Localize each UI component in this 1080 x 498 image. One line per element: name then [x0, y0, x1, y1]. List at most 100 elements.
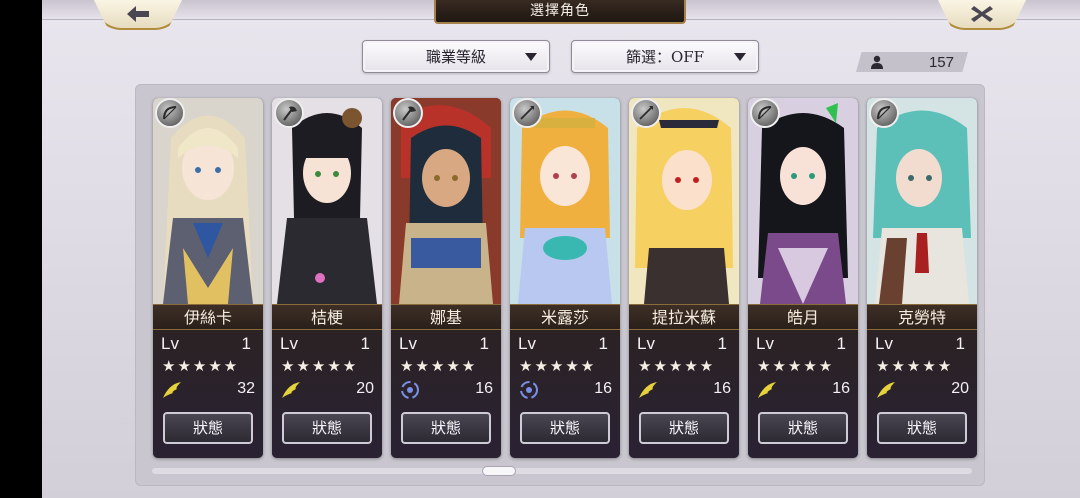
stat-row: 20 [875, 380, 969, 400]
stat-value: 16 [475, 380, 493, 397]
chevron-down-icon [525, 53, 537, 61]
status-button[interactable]: 狀態 [520, 412, 610, 444]
star-rating: ★★★★★ [281, 357, 359, 375]
vortex-icon [520, 381, 538, 399]
level-row: Lv 1 [756, 334, 848, 354]
character-info: Lv 1 ★★★★★ 16 狀態 [391, 330, 501, 458]
vortex-icon [401, 381, 419, 399]
back-button[interactable] [92, 0, 184, 30]
character-info: Lv 1 ★★★★★ 16 狀態 [629, 330, 739, 458]
level-label: Lv [161, 334, 179, 353]
character-info: Lv 1 ★★★★★ 20 狀態 [867, 330, 977, 458]
close-button[interactable] [936, 0, 1028, 30]
character-portrait [867, 98, 977, 304]
status-button[interactable]: 狀態 [163, 412, 253, 444]
character-name: 娜基 [391, 304, 501, 330]
bow-icon [869, 98, 899, 128]
character-card[interactable]: 克勞特 Lv 1 ★★★★★ 20 狀態 [867, 98, 977, 458]
character-portrait [629, 98, 739, 304]
scrollbar-thumb[interactable] [482, 466, 516, 476]
chevron-down-icon [734, 53, 746, 61]
page-title: 選擇角色 [434, 0, 686, 24]
star-rating: ★★★★★ [638, 357, 716, 375]
level-label: Lv [518, 334, 536, 353]
character-card[interactable]: 娜基 Lv 1 ★★★★★ 16 狀態 [391, 98, 501, 458]
filter-dropdown[interactable]: 篩選：OFF [571, 40, 759, 73]
level-row: Lv 1 [518, 334, 610, 354]
status-button[interactable]: 狀態 [282, 412, 372, 444]
stat-value: 16 [594, 380, 612, 397]
level-label: Lv [875, 334, 893, 353]
character-name: 克勞特 [867, 304, 977, 330]
stat-value: 32 [237, 380, 255, 397]
character-name: 提拉米蘇 [629, 304, 739, 330]
character-portrait [391, 98, 501, 304]
star-rating: ★★★★★ [757, 357, 835, 375]
character-info: Lv 1 ★★★★★ 20 狀態 [272, 330, 382, 458]
character-name: 桔梗 [272, 304, 382, 330]
stat-row: 32 [161, 380, 255, 400]
character-info: Lv 1 ★★★★★ 16 狀態 [510, 330, 620, 458]
person-icon [871, 55, 883, 69]
character-name: 米露莎 [510, 304, 620, 330]
stat-value: 16 [832, 380, 850, 397]
character-card[interactable]: 皓月 Lv 1 ★★★★★ 16 狀態 [748, 98, 858, 458]
wing-feather-icon [758, 382, 776, 398]
stat-row: 16 [756, 380, 850, 400]
level-row: Lv 1 [875, 334, 967, 354]
class-sort-dropdown[interactable]: 職業等級 [362, 40, 550, 73]
axe-icon [393, 98, 423, 128]
spear-icon [512, 98, 542, 128]
character-portrait [748, 98, 858, 304]
character-card[interactable]: 提拉米蘇 Lv 1 ★★★★★ 16 狀態 [629, 98, 739, 458]
wing-feather-icon [639, 382, 657, 398]
character-card[interactable]: 米露莎 Lv 1 ★★★★★ 16 狀態 [510, 98, 620, 458]
character-count: 157 [856, 52, 968, 72]
star-rating: ★★★★★ [162, 357, 240, 375]
character-info: Lv 1 ★★★★★ 16 狀態 [748, 330, 858, 458]
bow-icon [750, 98, 780, 128]
star-rating: ★★★★★ [400, 357, 478, 375]
character-select-screen: 選擇角色 職業等級 篩選：OFF 157 伊絲卡 Lv 1 ★★★★★ 32 狀… [42, 0, 1080, 498]
stat-row: 16 [518, 380, 612, 400]
stat-row: 20 [280, 380, 374, 400]
close-icon [971, 6, 993, 22]
status-button[interactable]: 狀態 [877, 412, 967, 444]
level-value: 1 [836, 334, 846, 353]
level-label: Lv [637, 334, 655, 353]
level-row: Lv 1 [637, 334, 729, 354]
stat-row: 16 [399, 380, 493, 400]
filter-label: 篩選：OFF [625, 48, 705, 66]
character-portrait [272, 98, 382, 304]
wing-feather-icon [282, 382, 300, 398]
status-button[interactable]: 狀態 [758, 412, 848, 444]
character-card[interactable]: 伊絲卡 Lv 1 ★★★★★ 32 狀態 [153, 98, 263, 458]
level-label: Lv [280, 334, 298, 353]
wing-feather-icon [163, 382, 181, 398]
character-info: Lv 1 ★★★★★ 32 狀態 [153, 330, 263, 458]
level-value: 1 [598, 334, 608, 353]
star-rating: ★★★★★ [519, 357, 597, 375]
level-row: Lv 1 [161, 334, 253, 354]
level-value: 1 [955, 334, 965, 353]
axe-icon [274, 98, 304, 128]
back-arrow-icon [127, 6, 149, 22]
stat-value: 20 [951, 380, 969, 397]
character-card[interactable]: 桔梗 Lv 1 ★★★★★ 20 狀態 [272, 98, 382, 458]
level-value: 1 [360, 334, 370, 353]
spear-icon [631, 98, 661, 128]
level-row: Lv 1 [399, 334, 491, 354]
status-button[interactable]: 狀態 [401, 412, 491, 444]
horizontal-scrollbar[interactable] [152, 468, 972, 474]
level-label: Lv [399, 334, 417, 353]
level-value: 1 [241, 334, 251, 353]
wing-feather-icon [877, 382, 895, 398]
character-name: 皓月 [748, 304, 858, 330]
star-rating: ★★★★★ [876, 357, 954, 375]
class-sort-label: 職業等級 [425, 48, 486, 66]
stat-value: 16 [713, 380, 731, 397]
level-value: 1 [717, 334, 727, 353]
character-name: 伊絲卡 [153, 304, 263, 330]
character-count-value: 157 [928, 53, 954, 71]
status-button[interactable]: 狀態 [639, 412, 729, 444]
